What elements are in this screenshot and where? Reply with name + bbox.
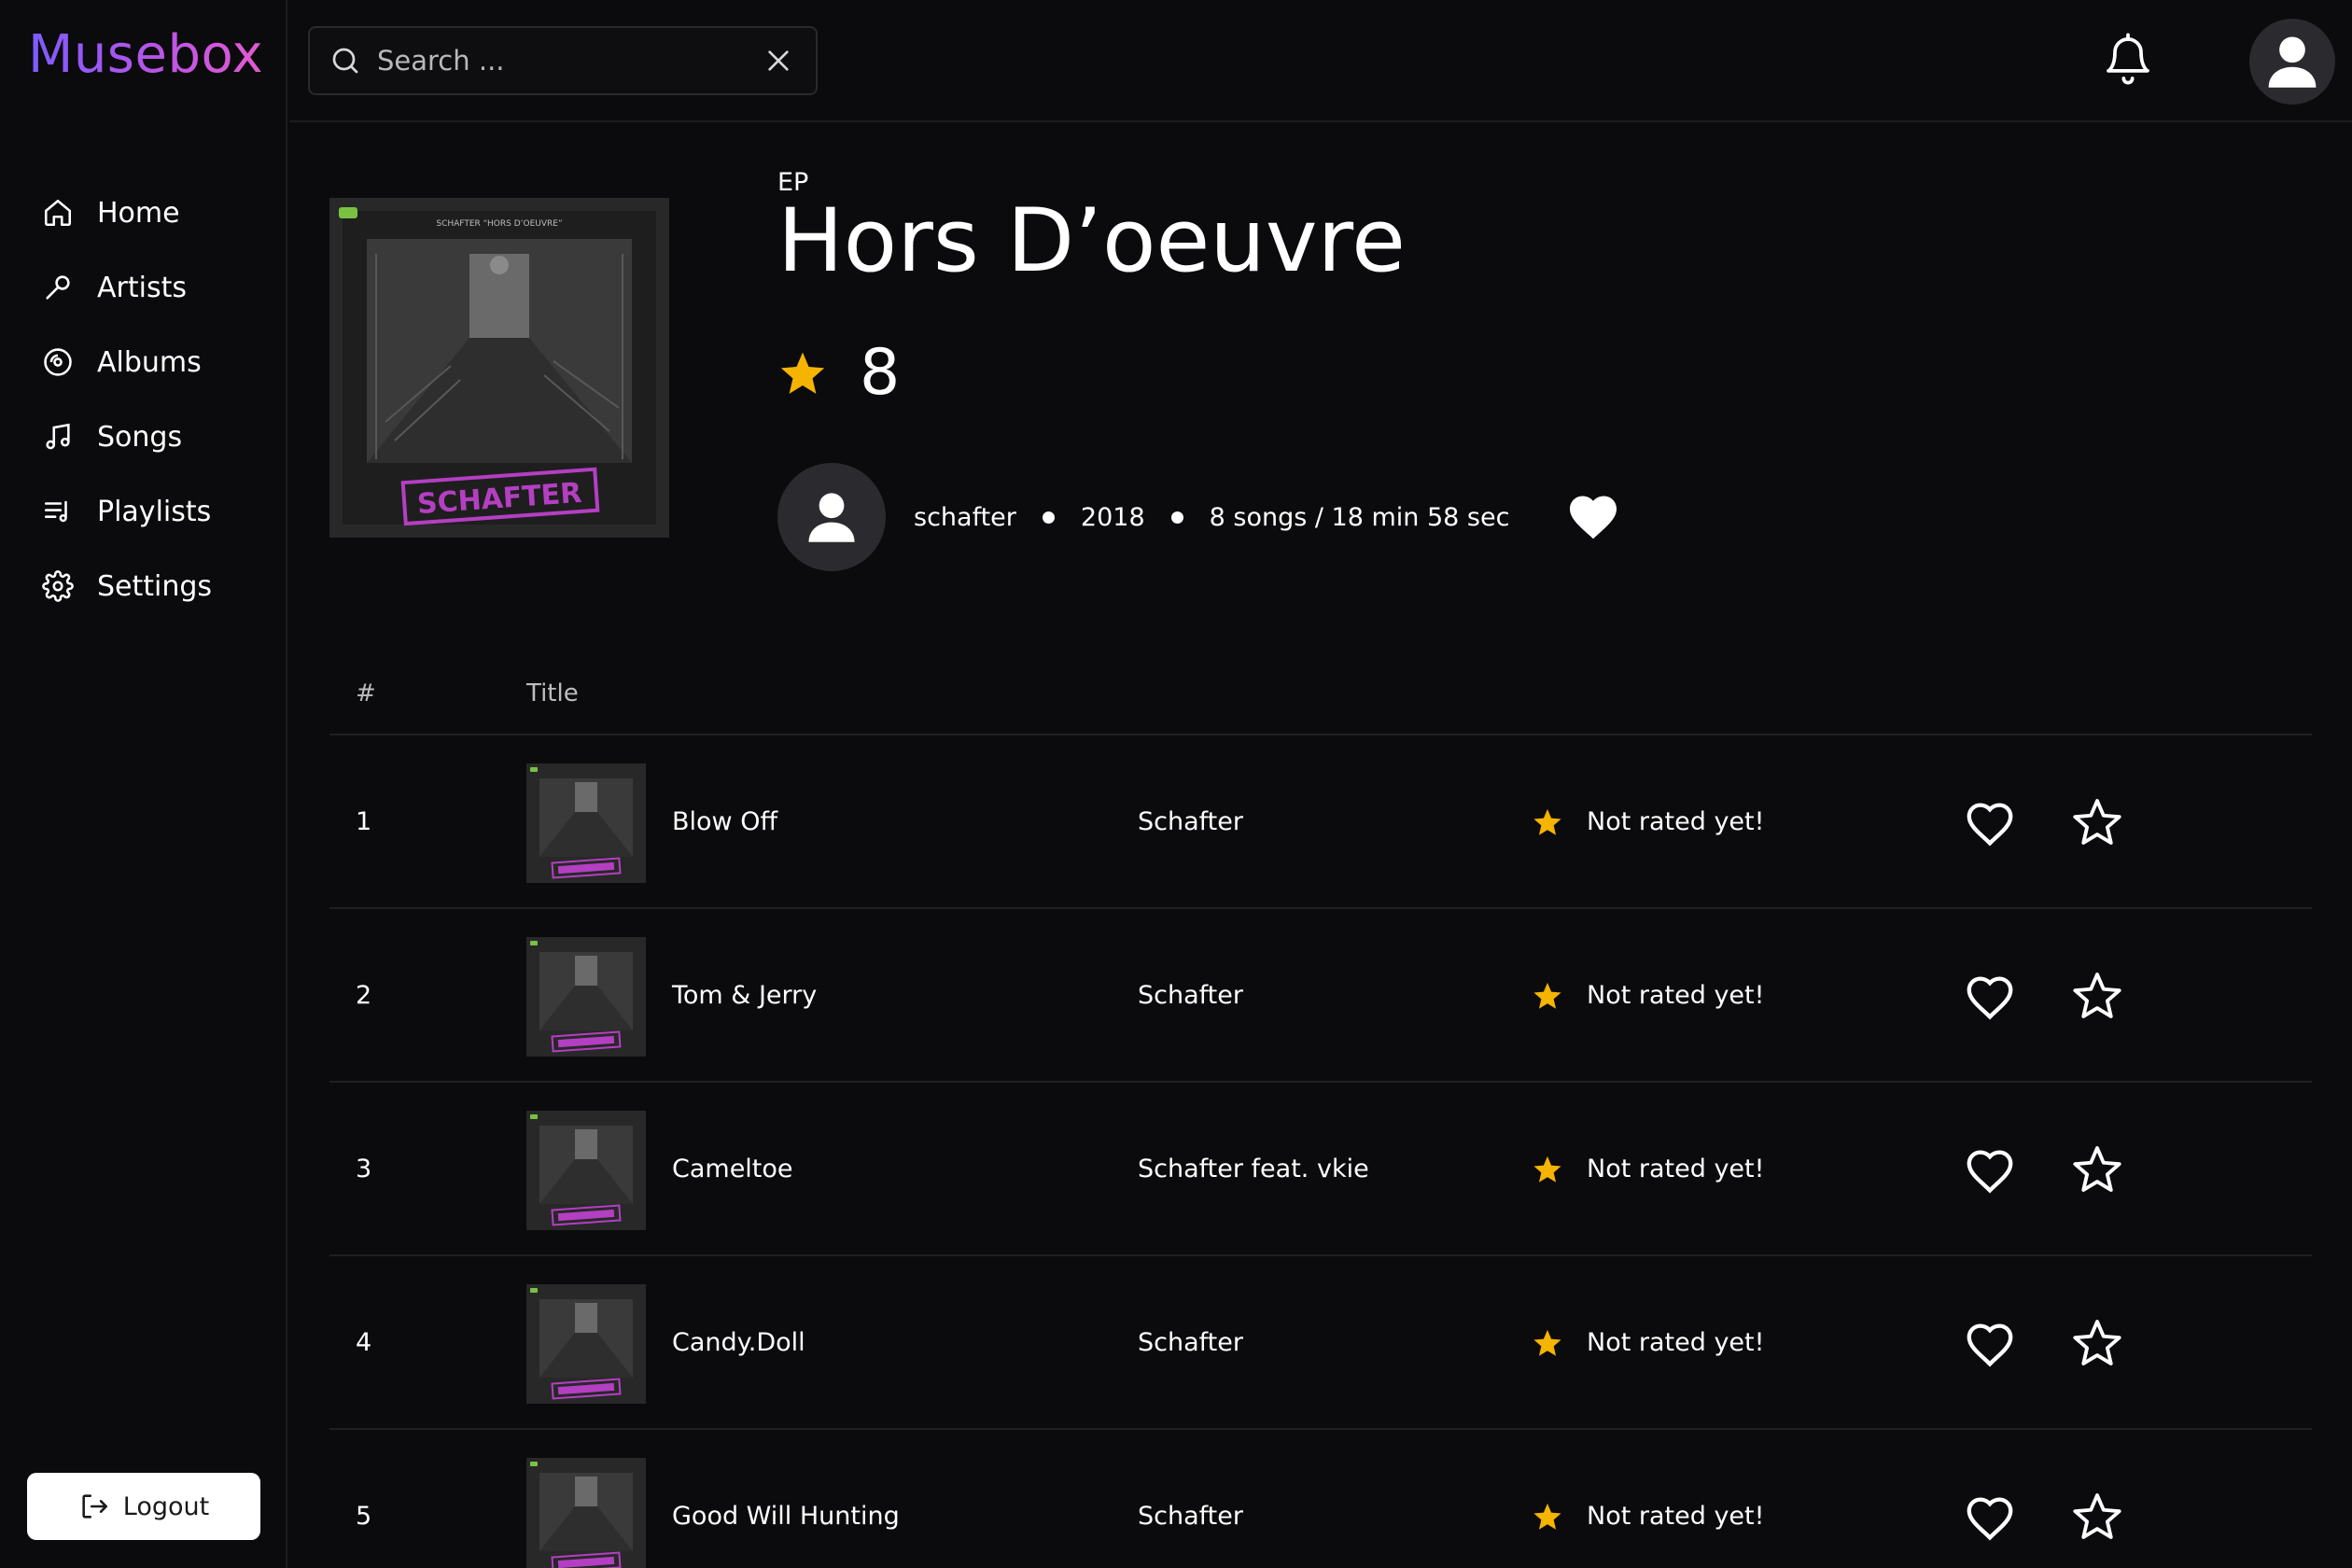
track-number: 5: [356, 1502, 372, 1531]
track-title[interactable]: Candy.Doll: [672, 1256, 805, 1430]
heart-outline-icon[interactable]: [1963, 797, 2017, 847]
heart-outline-icon[interactable]: [1963, 1491, 2017, 1542]
track-title[interactable]: Good Will Hunting: [672, 1430, 900, 1568]
search-box: [308, 26, 818, 95]
sidebar-item-label: Albums: [97, 345, 202, 379]
star-outline-icon[interactable]: [2070, 795, 2124, 849]
table-row[interactable]: 2 Tom & Jerry Schafter Not rated yet!: [329, 909, 2312, 1083]
track-title[interactable]: Tom & Jerry: [672, 909, 817, 1083]
star-outline-icon[interactable]: [2070, 1316, 2124, 1370]
album-artist-link[interactable]: schafter: [914, 503, 1016, 532]
track-number: 1: [356, 807, 372, 836]
star-filled-icon: [777, 348, 828, 399]
track-title[interactable]: Cameltoe: [672, 1083, 793, 1256]
star-outline-icon[interactable]: [2070, 969, 2124, 1023]
star-outline-icon[interactable]: [2070, 1490, 2124, 1544]
heart-filled-icon[interactable]: [1565, 489, 1621, 545]
sidebar-item-label: Home: [97, 196, 180, 230]
music-note-icon: [41, 420, 75, 454]
heart-outline-icon[interactable]: [1963, 971, 2017, 1021]
track-rating-text: Not rated yet!: [1587, 1155, 1765, 1183]
table-row[interactable]: 4 Candy.Doll Schafter Not rated yet!: [329, 1256, 2312, 1430]
user-icon: [2268, 36, 2317, 88]
playlist-icon: [41, 495, 75, 528]
album-year: 2018: [1080, 502, 1145, 532]
cover-caption: SCHAFTER “HORS D’OEUVRE”: [436, 219, 562, 229]
clear-search-icon[interactable]: [763, 46, 793, 76]
sidebar-item-playlists[interactable]: Playlists: [41, 474, 212, 549]
table-header: # Title: [329, 672, 2312, 735]
sidebar-item-label: Settings: [97, 569, 213, 603]
track-number: 2: [356, 981, 372, 1010]
track-artist[interactable]: Schafter: [1138, 1256, 1243, 1430]
sidebar-item-albums[interactable]: Albums: [41, 325, 212, 399]
separator-dot: [1042, 511, 1055, 524]
column-header-title[interactable]: Title: [526, 679, 579, 707]
track-rating-text: Not rated yet!: [1587, 807, 1765, 836]
sidebar-item-label: Artists: [97, 271, 187, 304]
microphone-icon: [41, 271, 75, 304]
column-header-number: #: [356, 679, 376, 707]
logout-button[interactable]: Logout: [27, 1473, 260, 1540]
sidebar-item-artists[interactable]: Artists: [41, 250, 212, 325]
sidebar: Musebox Home Artists Albums Songs Playli…: [0, 0, 287, 1568]
star-filled-icon: [1532, 1501, 1563, 1533]
app-logo[interactable]: Musebox: [28, 24, 263, 85]
track-artist[interactable]: Schafter: [1138, 735, 1243, 909]
table-row[interactable]: 1 Blow Off Schafter Not rated yet!: [329, 735, 2312, 909]
logout-icon: [78, 1491, 110, 1522]
track-rating-text: Not rated yet!: [1587, 1502, 1765, 1531]
album-cover: SCHAFTER “HORS D’OEUVRE” SCHAFTER: [329, 198, 669, 538]
track-number: 4: [356, 1328, 372, 1357]
sidebar-nav: Home Artists Albums Songs Playlists Sett…: [41, 175, 212, 623]
table-row[interactable]: 5 Good Will Hunting Schafter Not rated y…: [329, 1430, 2312, 1568]
track-thumbnail: [526, 763, 646, 883]
track-rating-text: Not rated yet!: [1587, 981, 1765, 1010]
gear-icon: [41, 569, 75, 603]
table-row[interactable]: 3 Cameltoe Schafter feat. vkie Not rated…: [329, 1083, 2312, 1256]
separator-dot: [1170, 511, 1183, 524]
track-rating-text: Not rated yet!: [1587, 1328, 1765, 1357]
album-meta: schafter 2018 8 songs / 18 min 58 sec: [777, 463, 1621, 571]
user-icon: [808, 493, 855, 542]
track-number: 3: [356, 1155, 372, 1183]
heart-outline-icon[interactable]: [1963, 1318, 2017, 1368]
sidebar-item-home[interactable]: Home: [41, 175, 212, 250]
track-thumbnail: [526, 937, 646, 1057]
disc-icon: [41, 345, 75, 379]
sidebar-item-settings[interactable]: Settings: [41, 549, 212, 623]
track-artist[interactable]: Schafter: [1138, 909, 1243, 1083]
album-rating: 8: [777, 336, 900, 410]
star-filled-icon: [1532, 806, 1563, 838]
sidebar-item-songs[interactable]: Songs: [41, 399, 212, 474]
artist-avatar[interactable]: [777, 463, 886, 571]
album-rating-value: 8: [860, 336, 901, 410]
track-thumbnail: [526, 1111, 646, 1230]
track-artist[interactable]: Schafter: [1138, 1430, 1243, 1568]
album-title: Hors D’oeuvre: [777, 190, 1406, 292]
search-input[interactable]: [377, 28, 763, 93]
home-icon: [41, 196, 75, 230]
track-table: # Title 1 Blow Off Schafter Not rated ye…: [329, 672, 2312, 1568]
star-filled-icon: [1532, 980, 1563, 1012]
app-root: Musebox Home Artists Albums Songs Playli…: [0, 0, 2352, 1568]
sidebar-item-label: Songs: [97, 420, 183, 454]
star-outline-icon[interactable]: [2070, 1142, 2124, 1197]
sidebar-item-label: Playlists: [97, 495, 212, 528]
top-bar: [289, 0, 2352, 122]
star-filled-icon: [1532, 1154, 1563, 1185]
track-thumbnail: [526, 1458, 646, 1568]
track-title[interactable]: Blow Off: [672, 735, 777, 909]
heart-outline-icon[interactable]: [1963, 1144, 2017, 1195]
track-thumbnail: [526, 1284, 646, 1404]
notification-bell-icon[interactable]: [2102, 30, 2154, 88]
track-artist[interactable]: Schafter feat. vkie: [1138, 1083, 1369, 1256]
user-avatar-button[interactable]: [2249, 19, 2335, 105]
star-filled-icon: [1532, 1327, 1563, 1359]
logout-label: Logout: [122, 1491, 210, 1521]
search-icon: [329, 44, 362, 77]
album-summary: 8 songs / 18 min 58 sec: [1209, 502, 1510, 532]
